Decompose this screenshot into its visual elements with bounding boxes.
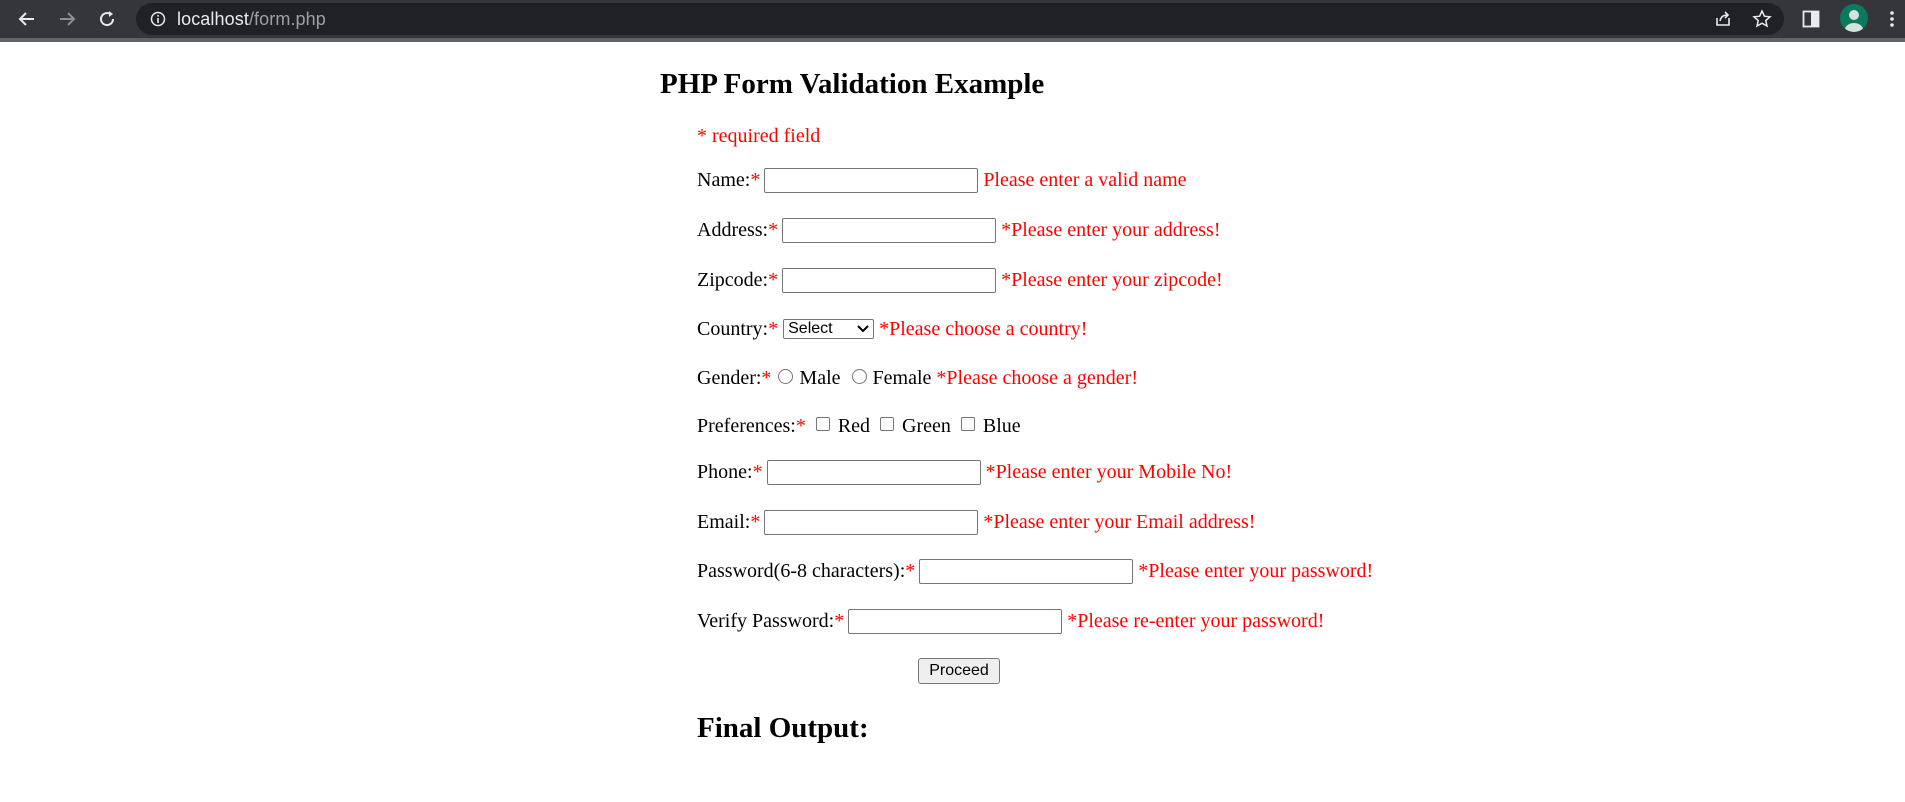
verify-password-input[interactable]	[848, 608, 1063, 634]
url-host: localhost	[177, 9, 249, 29]
gender-male-radio[interactable]	[778, 368, 794, 384]
browser-toolbar: localhost/form.php	[0, 0, 1905, 42]
country-row: Country: * Select *Please choose a countr…	[697, 315, 1087, 343]
name-input[interactable]	[764, 167, 979, 193]
phone-error: *Please enter your Mobile No!	[985, 460, 1233, 483]
back-icon[interactable]	[13, 6, 41, 32]
required-star: *	[750, 168, 761, 191]
required-field-note: * required field	[697, 125, 821, 147]
country-select-value: Select	[788, 320, 833, 337]
required-star: *	[795, 414, 806, 437]
required-star: *	[768, 218, 779, 241]
url-path: /form.php	[248, 9, 326, 29]
preferences-label: Preferences:	[697, 414, 796, 437]
verify-password-row: Verify Password: * *Please re-enter your …	[697, 607, 1324, 635]
country-label: Country:	[697, 317, 769, 340]
password-error: *Please enter your password!	[1138, 559, 1374, 582]
zipcode-input[interactable]	[782, 267, 997, 293]
required-star: *	[768, 317, 779, 340]
required-star: *	[752, 460, 763, 483]
required-star: *	[768, 268, 779, 291]
address-row: Address: * *Please enter your address!	[697, 216, 1220, 244]
email-row: Email: * *Please enter your Email address…	[697, 508, 1255, 536]
address-label: Address:	[697, 218, 769, 241]
preference-red-checkbox[interactable]	[815, 417, 830, 431]
gender-error: *Please choose a gender!	[936, 366, 1138, 389]
required-star: *	[750, 510, 761, 533]
phone-row: Phone: * *Please enter your Mobile No!	[697, 458, 1232, 486]
name-error: Please enter a valid name	[983, 168, 1187, 191]
password-input[interactable]	[919, 558, 1134, 584]
email-label: Email:	[697, 510, 751, 533]
site-info-icon[interactable]	[150, 11, 166, 32]
gender-female-label: Female	[872, 366, 932, 389]
gender-male-label: Male	[799, 366, 841, 389]
proceed-button[interactable]: Proceed	[918, 658, 1000, 684]
preference-green-label: Green	[902, 414, 951, 437]
page-title: PHP Form Validation Example	[660, 68, 1045, 100]
gender-female-radio[interactable]	[851, 368, 867, 384]
chevron-down-icon	[857, 325, 869, 333]
gender-label: Gender:	[697, 366, 762, 389]
name-row: Name: * Please enter a valid name	[697, 166, 1187, 194]
gender-row: Gender: * Male Female *Please choose a ge…	[697, 364, 1138, 392]
email-input[interactable]	[764, 509, 979, 535]
phone-input[interactable]	[766, 459, 981, 485]
country-select[interactable]: Select	[783, 319, 875, 339]
share-icon[interactable]	[1713, 9, 1735, 29]
address-error: *Please enter your address!	[1001, 218, 1221, 241]
password-label: Password(6-8 characters):	[697, 559, 906, 582]
preference-blue-label: Blue	[982, 414, 1021, 437]
preference-green-checkbox[interactable]	[880, 417, 895, 431]
preferences-row: Preferences: * Red Green Blue	[697, 412, 1021, 440]
phone-label: Phone:	[697, 460, 753, 483]
side-panel-icon[interactable]	[1798, 6, 1824, 32]
required-star: *	[905, 559, 916, 582]
zipcode-row: Zipcode: * *Please enter your zipcode!	[697, 266, 1223, 294]
more-menu-icon[interactable]	[1879, 6, 1905, 32]
required-star: *	[834, 609, 845, 632]
zipcode-error: *Please enter your zipcode!	[1001, 268, 1223, 291]
verify-password-label: Verify Password:	[697, 609, 835, 632]
verify-password-error: *Please re-enter your password!	[1067, 609, 1325, 632]
url-text: localhost/form.php	[177, 9, 326, 29]
profile-avatar[interactable]	[1840, 4, 1868, 32]
address-bar[interactable]: localhost/form.php	[136, 3, 1784, 35]
required-star: *	[761, 366, 772, 389]
zipcode-label: Zipcode:	[697, 268, 769, 291]
password-row: Password(6-8 characters): * *Please enter…	[697, 557, 1373, 585]
preference-red-label: Red	[837, 414, 871, 437]
final-output-heading: Final Output:	[697, 712, 869, 744]
forward-icon[interactable]	[53, 6, 81, 32]
preference-blue-checkbox[interactable]	[960, 417, 975, 431]
bookmark-star-icon[interactable]	[1752, 9, 1774, 29]
reload-icon[interactable]	[93, 6, 121, 32]
country-error: *Please choose a country!	[879, 317, 1088, 340]
email-error: *Please enter your Email address!	[983, 510, 1256, 533]
address-input[interactable]	[782, 217, 997, 243]
name-label: Name:	[697, 168, 751, 191]
